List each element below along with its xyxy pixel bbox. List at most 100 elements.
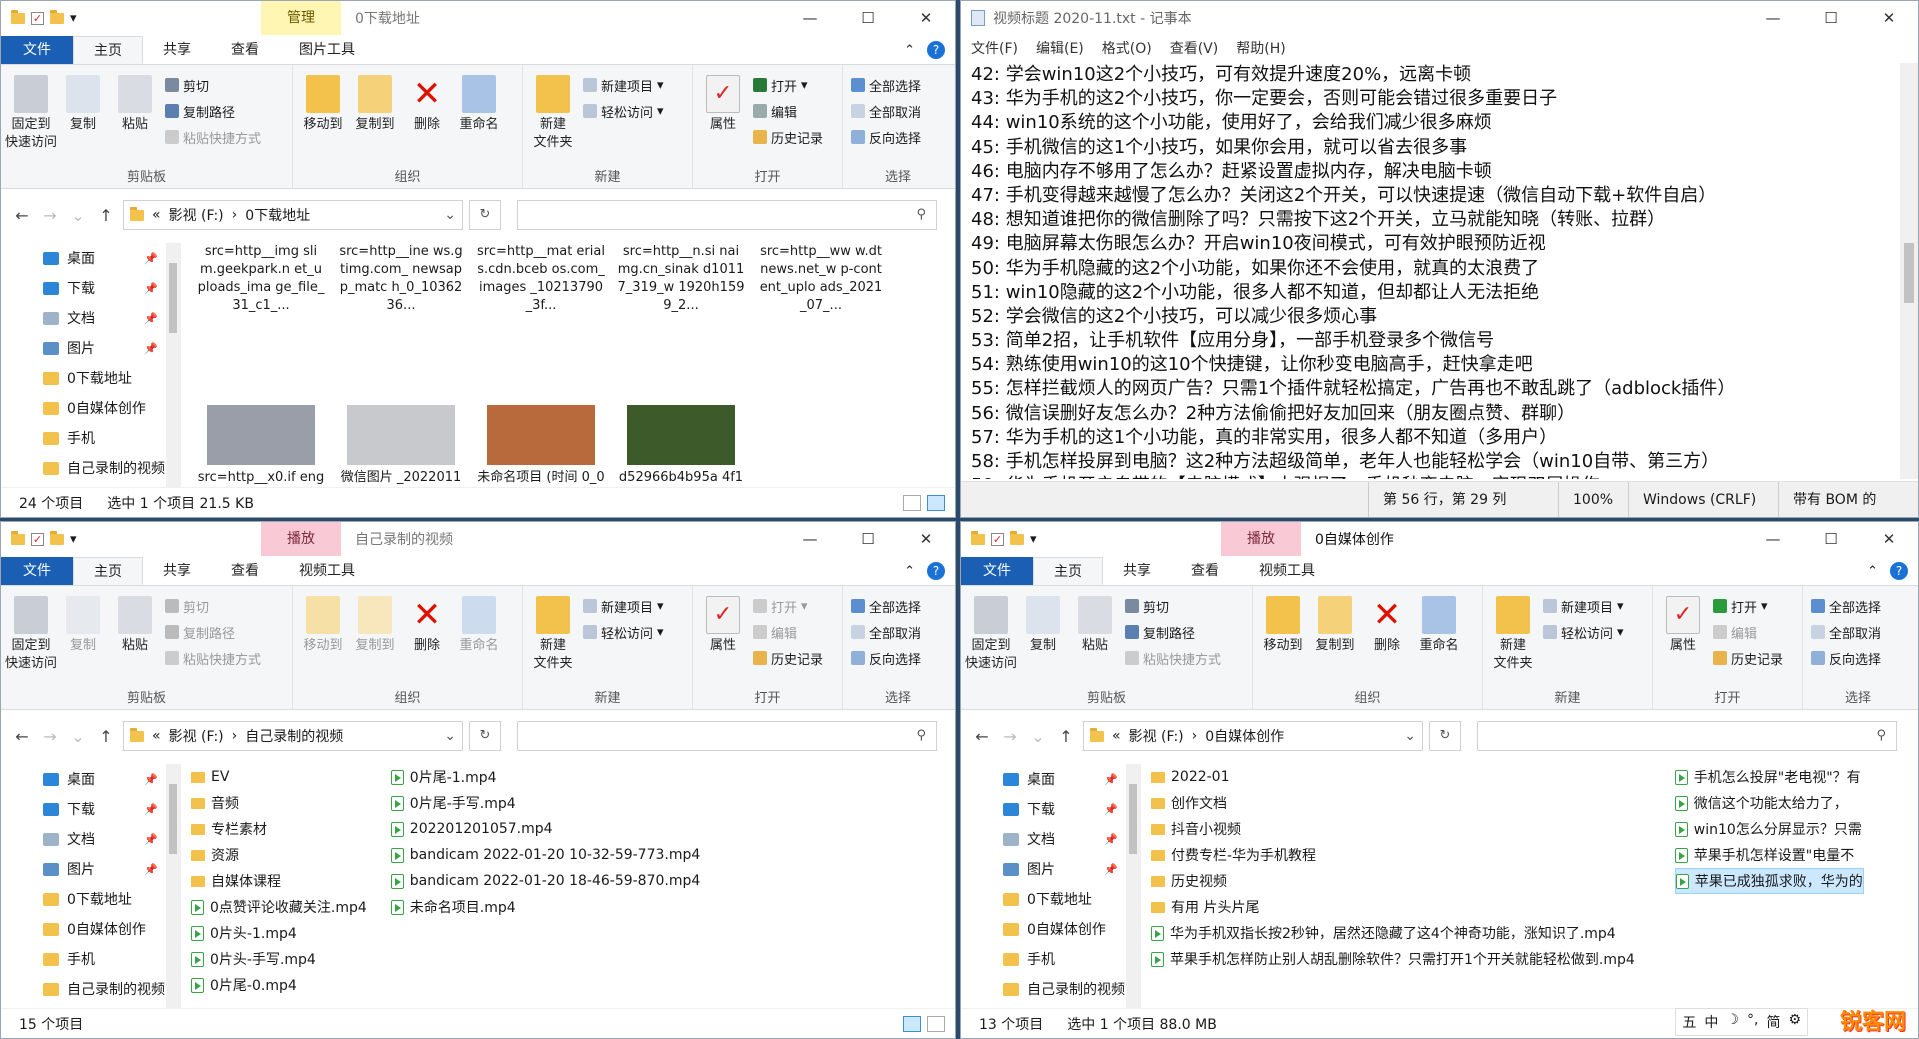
nav-item-pictures[interactable]: 图片 📌 (1, 854, 180, 884)
help-icon[interactable]: ? (1890, 562, 1908, 580)
list-item[interactable]: 苹果已成独孤求败，华为的 (1674, 868, 1864, 894)
list-item[interactable]: 有用 片头片尾 (1151, 894, 1635, 920)
list-item[interactable]: 资源 (191, 842, 367, 868)
open-button[interactable]: 打开 ▾ (1713, 596, 1783, 616)
tab-view[interactable]: 查看 (1171, 557, 1239, 585)
list-item[interactable]: 0片尾-手写.mp4 (390, 790, 701, 816)
list-item[interactable]: 0片尾-1.mp4 (390, 764, 701, 790)
nav-item-folder[interactable]: 0自媒体创作 (1, 914, 180, 944)
nav-item-folder[interactable]: 0自媒体创作 (961, 914, 1140, 944)
list-item[interactable]: 手机怎么投屏"老电视"？有 (1674, 764, 1864, 790)
list-item[interactable]: 0片尾-0.mp4 (191, 972, 367, 998)
context-tab-play[interactable]: 播放 (261, 522, 341, 556)
tab-home[interactable]: 主页 (73, 557, 143, 585)
easy-access-button[interactable]: 轻松访问 ▾ (1543, 622, 1624, 642)
nav-item-desktop[interactable]: 桌面 📌 (1, 764, 180, 794)
edit-button[interactable]: 编辑 (753, 101, 823, 121)
recent-dropdown[interactable]: ⌄ (67, 206, 89, 225)
list-item[interactable]: 华为手机双指长按2秒钟，居然还隐藏了这4个神奇功能，涨知识了.mp4 (1151, 920, 1635, 946)
address-bar[interactable]: « 影视 (F:) › 0自媒体创作 ⌄ (1083, 721, 1423, 751)
nav-item-pictures[interactable]: 图片 📌 (961, 854, 1140, 884)
menu-format[interactable]: 格式(O) (1102, 38, 1152, 58)
details-view-button[interactable] (903, 1015, 921, 1032)
breadcrumb-drive[interactable]: 影视 (F:) (169, 726, 224, 746)
tab-view[interactable]: 查看 (211, 557, 279, 585)
context-tab-play[interactable]: 播放 (1221, 522, 1301, 556)
list-item[interactable]: 创作文档 (1151, 790, 1635, 816)
nav-scrollbar[interactable] (166, 764, 180, 1008)
thumbnail-item[interactable]: src=http__mat erials.cdn.bceb os.com_ima… (471, 243, 611, 397)
nav-item-documents[interactable]: 文档 📌 (1, 824, 180, 854)
edit-button[interactable]: 编辑 (1713, 622, 1783, 642)
refresh-button[interactable]: ↻ (469, 200, 501, 230)
text-editor[interactable]: 42: 学会win10这2个小技巧，可有效提升速度20%，远离卡顿 43: 华为手… (961, 63, 1900, 479)
breadcrumb-folder[interactable]: 0自媒体创作 (1205, 726, 1284, 746)
nav-scrollbar[interactable] (166, 243, 180, 487)
nav-item-documents[interactable]: 文档 📌 (1, 303, 180, 333)
list-item[interactable]: 未命名项目.mp4 (390, 894, 701, 920)
cut-button[interactable]: 剪切 (165, 75, 261, 95)
nav-item-folder[interactable]: 自己录制的视频 (1, 453, 180, 483)
list-item[interactable]: 0点赞评论收藏关注.mp4 (191, 894, 367, 920)
new-folder-icon[interactable] (50, 530, 64, 545)
help-icon[interactable]: ? (927, 41, 945, 59)
list-item[interactable]: 历史视频 (1151, 868, 1635, 894)
chevron-down-icon[interactable]: ⌄ (444, 728, 456, 744)
properties-icon[interactable]: ✓ (991, 532, 1004, 546)
easy-access-button[interactable]: 轻松访问 ▾ (583, 101, 664, 121)
menu-help[interactable]: 帮助(H) (1236, 38, 1285, 58)
address-bar[interactable]: « 影视 (F:) › 自己录制的视频 ⌄ (123, 721, 463, 751)
maximize-button[interactable]: ☐ (1802, 530, 1860, 548)
list-item[interactable]: 0片头-手写.mp4 (191, 946, 367, 972)
new-item-button[interactable]: 新建项目 ▾ (583, 596, 664, 616)
list-item[interactable]: win10怎么分屏显示？只需 (1674, 816, 1864, 842)
quick-access-dropdown[interactable]: ▾ (70, 11, 77, 26)
list-item[interactable]: 音频 (191, 790, 367, 816)
breadcrumb-folder[interactable]: 自己录制的视频 (245, 726, 343, 746)
select-none-button[interactable]: 全部取消 (851, 622, 921, 642)
nav-item-documents[interactable]: 文档 📌 (961, 824, 1140, 854)
nav-item-downloads[interactable]: 下载 📌 (1, 794, 180, 824)
menu-view[interactable]: 查看(V) (1170, 38, 1219, 58)
nav-item-folder[interactable]: 0下载地址 (1, 363, 180, 393)
menu-file[interactable]: 文件(F) (971, 38, 1018, 58)
history-button[interactable]: 历史记录 (753, 127, 823, 147)
recent-dropdown[interactable]: ⌄ (67, 727, 89, 746)
list-item[interactable]: 专栏素材 (191, 816, 367, 842)
thumbnail-item[interactable]: src=http__img slim.geekpark.n et_uploads… (191, 243, 331, 397)
ime-toolbar[interactable]: 五中 ☽ °, 简 ⚙ (1675, 1008, 1808, 1036)
tab-share[interactable]: 共享 (143, 557, 211, 585)
forward-button[interactable]: → (39, 206, 61, 225)
tab-home[interactable]: 主页 (1033, 557, 1103, 585)
large-icons-view-button[interactable] (927, 494, 945, 511)
list-item[interactable]: bandicam 2022-01-20 10-32-59-773.mp4 (390, 842, 700, 868)
close-button[interactable]: ✕ (897, 530, 955, 548)
nav-item-downloads[interactable]: 下载 📌 (961, 794, 1140, 824)
list-item[interactable]: 202201201057.mp4 (390, 816, 701, 842)
thumbnail-item[interactable]: d52966b4b95a 4f1cbf95cc0e41 9a66a6_tplv-… (611, 401, 751, 487)
context-tab-manage[interactable]: 管理 (261, 1, 341, 35)
up-button[interactable]: ↑ (95, 206, 117, 225)
thumbnail-item[interactable]: 微信图片 _202201191826 14.png (331, 401, 471, 487)
copy-path-button[interactable]: 复制路径 (1125, 622, 1221, 642)
new-item-button[interactable]: 新建项目 ▾ (1543, 596, 1624, 616)
tab-video-tools[interactable]: 视频工具 (279, 557, 375, 585)
menu-edit[interactable]: 编辑(E) (1036, 38, 1084, 58)
vertical-scrollbar[interactable] (1900, 63, 1918, 479)
ime-button[interactable]: 五 (1682, 1012, 1696, 1032)
minimize-button[interactable]: — (781, 530, 839, 548)
select-all-button[interactable]: 全部选择 (851, 75, 921, 95)
search-input[interactable]: ⚲ (517, 200, 937, 230)
help-icon[interactable]: ? (927, 562, 945, 580)
nav-item-downloads[interactable]: 下载 📌 (1, 273, 180, 303)
close-button[interactable]: ✕ (1860, 9, 1918, 27)
minimize-button[interactable]: — (1744, 530, 1802, 548)
list-item[interactable]: EV (191, 764, 367, 790)
large-icons-view-button[interactable] (927, 1015, 945, 1032)
invert-selection-button[interactable]: 反向选择 (851, 648, 921, 668)
history-button[interactable]: 历史记录 (1713, 648, 1783, 668)
thumbnail-item[interactable]: src=http__ww w.dtnews.net_w p-content_up… (751, 243, 891, 397)
maximize-button[interactable]: ☐ (839, 9, 897, 27)
back-button[interactable]: ← (11, 727, 33, 746)
history-button[interactable]: 历史记录 (753, 648, 823, 668)
